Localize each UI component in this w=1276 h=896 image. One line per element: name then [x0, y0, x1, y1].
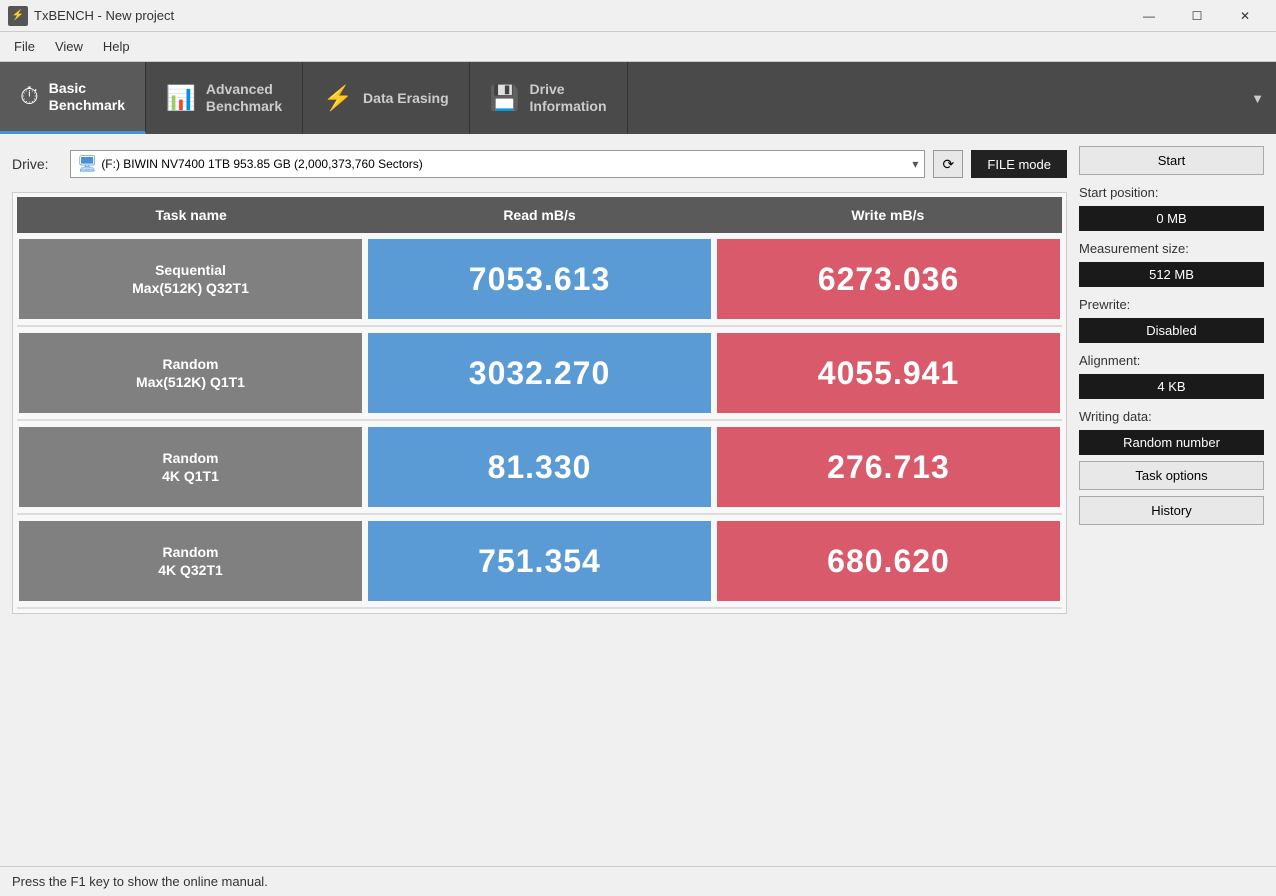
maximize-button[interactable]: ☐: [1174, 0, 1220, 32]
tab-drive-information[interactable]: 💾 DriveInformation: [470, 62, 628, 134]
writing-data-value: Random number: [1079, 430, 1264, 455]
advanced-benchmark-label: AdvancedBenchmark: [206, 81, 282, 115]
refresh-button[interactable]: ⟳: [933, 150, 963, 178]
status-text: Press the F1 key to show the online manu…: [12, 874, 268, 889]
prewrite-value: Disabled: [1079, 318, 1264, 343]
drive-row: Drive: 🖥 (F:) BIWIN NV7400 1TB 953.85 GB…: [12, 146, 1067, 182]
chevron-down-icon: ▾: [912, 157, 918, 171]
close-button[interactable]: ✕: [1222, 0, 1268, 32]
table-row: Random4K Q32T1 751.354 680.620: [17, 515, 1062, 609]
start-position-label: Start position:: [1079, 185, 1264, 200]
results-wrapper: Task name Read mB/s Write mB/s Sequentia…: [12, 192, 1067, 614]
write-value-sequential: 6273.036: [717, 239, 1060, 319]
drive-selector[interactable]: 🖥 (F:) BIWIN NV7400 1TB 953.85 GB (2,000…: [70, 150, 925, 178]
menu-help[interactable]: Help: [93, 35, 140, 58]
title-bar: ⚡ TxBENCH - New project — ☐ ✕: [0, 0, 1276, 32]
read-value-sequential: 7053.613: [368, 239, 711, 319]
app-icon: ⚡: [8, 6, 28, 26]
main-content: Drive: 🖥 (F:) BIWIN NV7400 1TB 953.85 GB…: [0, 134, 1276, 866]
col-write: Write mB/s: [714, 203, 1062, 227]
read-value-random-512k: 3032.270: [368, 333, 711, 413]
alignment-label: Alignment:: [1079, 353, 1264, 368]
menu-view[interactable]: View: [45, 35, 93, 58]
data-erasing-icon: ⚡: [323, 84, 353, 113]
tab-dropdown[interactable]: ▼: [1239, 62, 1276, 134]
measurement-size-value: 512 MB: [1079, 262, 1264, 287]
table-row: RandomMax(512K) Q1T1 3032.270 4055.941: [17, 327, 1062, 421]
window-title: TxBENCH - New project: [34, 8, 1126, 23]
status-bar: Press the F1 key to show the online manu…: [0, 866, 1276, 896]
menu-file[interactable]: File: [4, 35, 45, 58]
basic-benchmark-icon: ⏱: [20, 83, 39, 111]
table-header: Task name Read mB/s Write mB/s: [17, 197, 1062, 233]
start-position-value: 0 MB: [1079, 206, 1264, 231]
table-row: Random4K Q1T1 81.330 276.713: [17, 421, 1062, 515]
task-name-random-512k: RandomMax(512K) Q1T1: [19, 333, 362, 413]
left-panel: Drive: 🖥 (F:) BIWIN NV7400 1TB 953.85 GB…: [12, 146, 1067, 854]
table-row: SequentialMax(512K) Q32T1 7053.613 6273.…: [17, 233, 1062, 327]
window-controls: — ☐ ✕: [1126, 0, 1268, 32]
col-read: Read mB/s: [365, 203, 713, 227]
advanced-benchmark-icon: 📊: [166, 84, 196, 113]
basic-benchmark-label: BasicBenchmark: [49, 80, 125, 114]
drive-information-icon: 💾: [490, 84, 520, 113]
file-mode-button[interactable]: FILE mode: [971, 150, 1067, 178]
tab-bar: ⏱ BasicBenchmark 📊 AdvancedBenchmark ⚡ D…: [0, 62, 1276, 134]
drive-information-label: DriveInformation: [530, 81, 607, 115]
drive-select-text: (F:) BIWIN NV7400 1TB 953.85 GB (2,000,3…: [101, 157, 912, 171]
task-options-button[interactable]: Task options: [1079, 461, 1264, 490]
write-value-random-4k-q1t1: 276.713: [717, 427, 1060, 507]
task-name-random-4k-q32t1: Random4K Q32T1: [19, 521, 362, 601]
alignment-value: 4 KB: [1079, 374, 1264, 399]
read-value-random-4k-q1t1: 81.330: [368, 427, 711, 507]
minimize-button[interactable]: —: [1126, 0, 1172, 32]
measurement-size-label: Measurement size:: [1079, 241, 1264, 256]
history-button[interactable]: History: [1079, 496, 1264, 525]
tab-basic-benchmark[interactable]: ⏱ BasicBenchmark: [0, 62, 146, 134]
task-name-random-4k-q1t1: Random4K Q1T1: [19, 427, 362, 507]
drive-label: Drive:: [12, 156, 62, 172]
start-button[interactable]: Start: [1079, 146, 1264, 175]
tab-advanced-benchmark[interactable]: 📊 AdvancedBenchmark: [146, 62, 303, 134]
right-panel: Start Start position: 0 MB Measurement s…: [1079, 146, 1264, 854]
drive-selector-icon: 🖥: [77, 154, 97, 174]
read-value-random-4k-q32t1: 751.354: [368, 521, 711, 601]
menu-bar: File View Help: [0, 32, 1276, 62]
col-task-name: Task name: [17, 203, 365, 227]
write-value-random-512k: 4055.941: [717, 333, 1060, 413]
write-value-random-4k-q32t1: 680.620: [717, 521, 1060, 601]
prewrite-label: Prewrite:: [1079, 297, 1264, 312]
data-erasing-label: Data Erasing: [363, 90, 449, 107]
tab-data-erasing[interactable]: ⚡ Data Erasing: [303, 62, 469, 134]
writing-data-label: Writing data:: [1079, 409, 1264, 424]
task-name-sequential: SequentialMax(512K) Q32T1: [19, 239, 362, 319]
